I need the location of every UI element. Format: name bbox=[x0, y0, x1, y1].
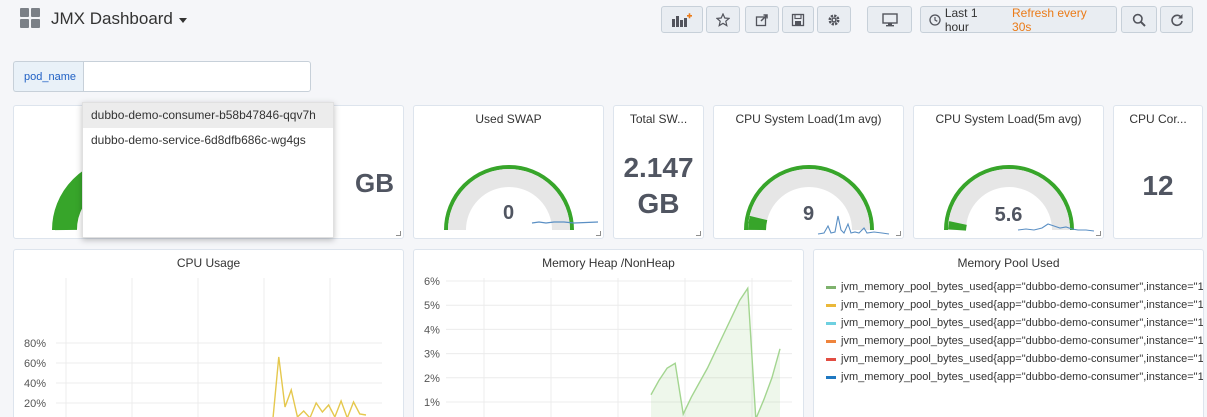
gear-icon bbox=[828, 14, 840, 25]
y-tick-label: 3% bbox=[424, 349, 440, 361]
legend-swatch bbox=[826, 375, 836, 379]
legend-item[interactable]: jvm_memory_pool_bytes_used{app="dubbo-de… bbox=[826, 332, 1203, 350]
panel-resize-handle[interactable] bbox=[1096, 231, 1101, 236]
legend-swatch bbox=[826, 303, 836, 307]
panel-resize-handle[interactable] bbox=[696, 231, 701, 236]
memory-heap-chart: 6% 5% 4% 3% 2% 1% bbox=[424, 276, 792, 417]
zoom-out-button[interactable] bbox=[1121, 6, 1157, 33]
cpu-load-1m-value: 9 bbox=[802, 203, 815, 225]
panel-used-swap: Used SWAP 0 bbox=[413, 105, 604, 239]
y-tick-label: 6% bbox=[424, 276, 440, 288]
search-icon bbox=[1132, 13, 1146, 27]
save-icon bbox=[791, 13, 805, 26]
y-tick-label: 4% bbox=[424, 324, 440, 336]
dashboard-title-dropdown[interactable]: JMX Dashboard bbox=[51, 9, 187, 29]
legend-swatch bbox=[826, 285, 836, 289]
panel-title: Memory Pool Used bbox=[957, 256, 1060, 270]
y-tick-label: 80% bbox=[24, 338, 46, 350]
y-tick-label: 5% bbox=[424, 300, 440, 312]
panel-resize-handle[interactable] bbox=[396, 231, 401, 236]
legend-swatch bbox=[826, 357, 836, 361]
legend-item[interactable]: jvm_memory_pool_bytes_used{app="dubbo-de… bbox=[826, 314, 1203, 332]
refresh-interval-label: Refresh every 30s bbox=[1012, 5, 1087, 34]
legend-label: jvm_memory_pool_bytes_used{app="dubbo-de… bbox=[841, 317, 1204, 329]
caret-down-icon bbox=[178, 17, 187, 23]
variable-label-pod-name: pod_name bbox=[13, 61, 83, 92]
save-dashboard-button[interactable] bbox=[782, 6, 814, 33]
pod-name-option[interactable]: dubbo-demo-consumer-b58b47846-qqv7h bbox=[83, 103, 333, 128]
settings-button[interactable] bbox=[817, 6, 851, 33]
refresh-icon bbox=[1170, 13, 1183, 26]
memory-pool-legend: jvm_memory_pool_bytes_used{app="dubbo-de… bbox=[826, 278, 1203, 386]
legend-label: jvm_memory_pool_bytes_used{app="dubbo-de… bbox=[841, 299, 1204, 311]
panel-memory-pool: Memory Pool Used jvm_memory_pool_bytes_u… bbox=[813, 249, 1204, 417]
legend-item[interactable]: jvm_memory_pool_bytes_used{app="dubbo-de… bbox=[826, 278, 1203, 296]
pod-name-dropdown-menu: dubbo-demo-consumer-b58b47846-qqv7h dubbo… bbox=[82, 102, 334, 238]
legend-label: jvm_memory_pool_bytes_used{app="dubbo-de… bbox=[841, 353, 1204, 365]
monitor-icon bbox=[881, 12, 898, 26]
panel-cpu-cores: CPU Cor... 12 bbox=[1113, 105, 1203, 239]
y-tick-label: 2% bbox=[424, 373, 440, 385]
tv-mode-button[interactable] bbox=[867, 6, 912, 33]
used-swap-value: 0 bbox=[502, 202, 515, 224]
cpu-load-5m-value: 5.6 bbox=[994, 204, 1023, 226]
panel-total-swap: Total SW... 2.147 GB bbox=[613, 105, 704, 239]
time-range-picker[interactable]: Last 1 hour Refresh every 30s bbox=[920, 5, 1117, 34]
star-icon bbox=[716, 12, 730, 27]
refresh-button[interactable] bbox=[1160, 6, 1193, 33]
legend-label: jvm_memory_pool_bytes_used{app="dubbo-de… bbox=[841, 281, 1204, 293]
share-icon bbox=[755, 13, 768, 26]
pod-name-variable-input[interactable] bbox=[83, 61, 311, 92]
y-tick-label: 20% bbox=[24, 398, 46, 410]
legend-label: jvm_memory_pool_bytes_used{app="dubbo-de… bbox=[841, 371, 1204, 383]
legend-swatch bbox=[826, 339, 836, 343]
cpu-usage-chart: 80% 60% 40% 20% bbox=[24, 278, 382, 417]
legend-swatch bbox=[826, 321, 836, 325]
panel-cpu-usage: CPU Usage 80% 60% 40% 20% bbox=[13, 249, 404, 417]
pod-name-option[interactable]: dubbo-demo-service-6d8dfb686c-wg4gs bbox=[83, 128, 333, 153]
y-tick-label: 1% bbox=[424, 397, 440, 409]
panel-cpu-load-5m: CPU System Load(5m avg) 5.6 bbox=[913, 105, 1104, 239]
panel-memory-heap: Memory Heap /NonHeap 6% 5% 4% 3% 2% 1% bbox=[413, 249, 804, 417]
time-range-label: Last 1 hour bbox=[944, 5, 978, 34]
star-dashboard-button[interactable] bbox=[706, 6, 740, 33]
total-swap-unit: GB bbox=[637, 188, 680, 219]
y-tick-label: 60% bbox=[24, 358, 46, 370]
series-line bbox=[272, 356, 367, 417]
total-swap-value: 2.147 bbox=[623, 152, 694, 183]
top-navbar: JMX Dashboard Last 1 hour Refresh every … bbox=[0, 0, 1207, 40]
dashboards-grid-icon[interactable] bbox=[20, 8, 40, 28]
add-panel-button[interactable] bbox=[661, 6, 703, 33]
clock-icon bbox=[929, 13, 941, 26]
legend-item[interactable]: jvm_memory_pool_bytes_used{app="dubbo-de… bbox=[826, 296, 1203, 314]
y-tick-label: 40% bbox=[24, 378, 46, 390]
panel-title: CPU Cor... bbox=[1129, 112, 1187, 126]
legend-item[interactable]: jvm_memory_pool_bytes_used{app="dubbo-de… bbox=[826, 350, 1203, 368]
panel-title: Total SW... bbox=[629, 112, 688, 126]
share-dashboard-button[interactable] bbox=[745, 6, 779, 33]
panel-cpu-load-1m: CPU System Load(1m avg) 9 bbox=[713, 105, 904, 239]
cpu-cores-value: 12 bbox=[1142, 170, 1174, 201]
panel-resize-handle[interactable] bbox=[896, 231, 901, 236]
add-panel-icon bbox=[672, 12, 692, 27]
dashboard-title: JMX Dashboard bbox=[51, 9, 173, 28]
panel-resize-handle[interactable] bbox=[596, 231, 601, 236]
legend-item[interactable]: jvm_memory_pool_bytes_used{app="dubbo-de… bbox=[826, 368, 1203, 386]
legend-label: jvm_memory_pool_bytes_used{app="dubbo-de… bbox=[841, 335, 1204, 347]
